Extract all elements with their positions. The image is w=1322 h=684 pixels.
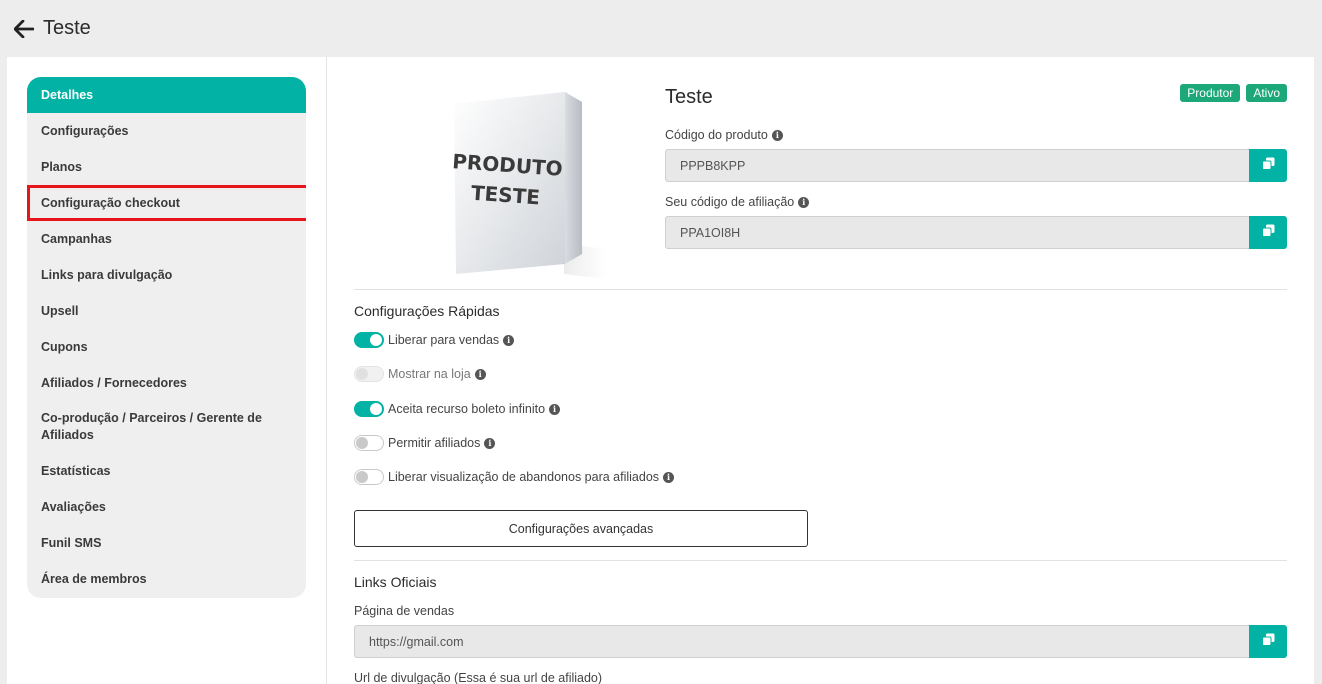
info-icon[interactable]: i [484,437,496,449]
info-icon[interactable]: i [771,129,783,141]
sidebar-item-detalhes[interactable]: Detalhes [27,77,306,113]
product-code-label-text: Código do produto [665,128,768,142]
advanced-settings-button[interactable]: Configurações avançadas [354,510,808,547]
toggle-label: Aceita recurso boleto infinito [388,402,546,416]
sidebar-item-avaliacoes[interactable]: Avaliações [27,489,306,525]
product-image: PRODUTO TESTE [442,84,612,279]
sidebar-item-planos[interactable]: Planos [27,149,306,185]
divider [354,560,1287,561]
affiliate-code-label-text: Seu código de afiliação [665,195,795,209]
divider [354,289,1287,290]
toggle-label: Mostrar na loja [388,367,471,381]
abandonos-afiliados-toggle[interactable] [354,469,384,485]
sales-page-label: Página de vendas [354,604,454,618]
sidebar-item-upsell[interactable]: Upsell [27,293,306,329]
affiliate-code-input[interactable]: PPA1OI8H [665,216,1249,249]
arrow-left-icon[interactable] [13,18,35,40]
sidebar-item-estatisticas[interactable]: Estatísticas [27,453,306,489]
quick-settings-title: Configurações Rápidas [354,303,500,319]
liberar-vendas-toggle[interactable] [354,332,384,348]
info-icon[interactable]: i [798,196,810,208]
sales-page-label-text: Página de vendas [354,604,455,618]
sidebar-item-area-membros[interactable]: Área de membros [27,561,306,597]
copy-icon [1261,633,1275,651]
content-divider [326,57,327,684]
copy-icon [1261,157,1275,175]
sidebar-item-afiliados[interactable]: Afiliados / Fornecedores [27,365,306,401]
info-icon[interactable]: i [663,471,675,483]
sidebar-item-configuracao-checkout[interactable]: Configuração checkout [27,185,306,221]
info-icon[interactable]: i [549,403,561,415]
copy-sales-page-button[interactable] [1249,625,1287,658]
sales-page-input[interactable]: https://gmail.com [354,625,1249,658]
toggle-label: Liberar para vendas [388,333,500,347]
sidebar-item-configuracoes[interactable]: Configurações [27,113,306,149]
affiliate-code-label: Seu código de afiliação i [665,195,810,209]
info-icon[interactable]: i [503,334,515,346]
copy-affiliate-code-button[interactable] [1249,216,1287,249]
promo-url-label-text: Url de divulgação (Essa é sua url de afi… [354,671,603,684]
product-code-input[interactable]: PPPB8KPP [665,149,1249,182]
sidebar-item-cupons[interactable]: Cupons [27,329,306,365]
sidebar-item-funil-sms[interactable]: Funil SMS [27,525,306,561]
permitir-afiliados-toggle[interactable] [354,435,384,451]
mostrar-loja-toggle[interactable] [354,366,384,382]
main-card: Detalhes Configurações Planos Configuraç… [7,57,1314,684]
product-name: Teste [665,86,713,108]
toggle-label: Liberar visualização de abandonos para a… [388,470,660,484]
toggle-row-boleto-infinito: Aceita recurso boleto infinito i [354,401,561,417]
promo-url-label: Url de divulgação (Essa é sua url de afi… [354,671,602,684]
toggle-row-mostrar-loja: Mostrar na loja i [354,366,486,382]
product-image-text-2: TESTE [470,181,541,210]
sales-page-group: https://gmail.com [354,625,1287,658]
sidebar-item-coproducao[interactable]: Co-produção / Parceiros / Gerente de Afi… [27,401,306,453]
boleto-infinito-toggle[interactable] [354,401,384,417]
top-bar: Teste [0,0,1322,57]
product-code-label: Código do produto i [665,128,783,142]
sidebar: Detalhes Configurações Planos Configuraç… [27,77,306,598]
official-links-title: Links Oficiais [354,574,437,590]
copy-icon [1261,224,1275,242]
badge-group: Produtor Ativo [1180,84,1287,102]
badge-produtor: Produtor [1180,84,1241,102]
sidebar-item-links-divulgacao[interactable]: Links para divulgação [27,257,306,293]
info-icon[interactable]: i [474,368,486,380]
toggle-row-liberar-vendas: Liberar para vendas i [354,332,515,348]
product-code-group: PPPB8KPP [665,149,1287,182]
toggle-row-permitir-afiliados: Permitir afiliados i [354,435,496,451]
copy-product-code-button[interactable] [1249,149,1287,182]
toggle-label: Permitir afiliados [388,436,481,450]
affiliate-code-group: PPA1OI8H [665,216,1287,249]
page-title: Teste [43,17,91,39]
sidebar-item-campanhas[interactable]: Campanhas [27,221,306,257]
badge-ativo: Ativo [1246,84,1287,102]
toggle-row-abandonos-afiliados: Liberar visualização de abandonos para a… [354,469,675,485]
